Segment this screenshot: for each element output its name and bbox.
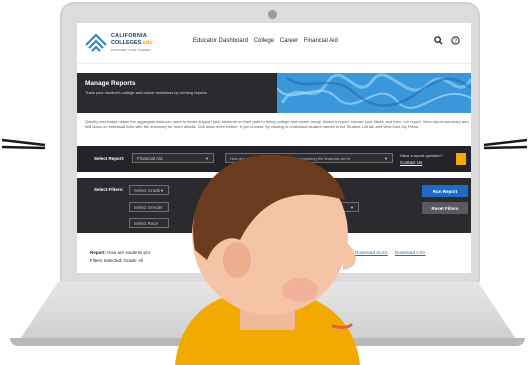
intro-text: Quickly and easily obtain the aggregate …	[85, 119, 469, 130]
illustration-stage: CALIFORNIA COLLEGES.edu DISCOVER YOUR JO…	[0, 0, 529, 365]
report-summary-line: Report: How are students pro	[90, 250, 150, 255]
report-help-text: Have a report question?	[400, 153, 443, 158]
select-filters-label: Select Filters:	[94, 187, 124, 192]
hero-pattern-art	[277, 73, 471, 113]
nav-financial-aid[interactable]: Financial Aid	[304, 38, 338, 44]
contact-us-link[interactable]: Contact Us	[400, 160, 422, 165]
page-subtitle: Track your student's college and career …	[85, 90, 208, 95]
filters-selected-line: Filters Selected: Grade: All	[90, 258, 144, 263]
feedback-tab[interactable]	[456, 153, 466, 165]
person-illustration	[175, 155, 360, 365]
logo-suffix: .edu	[141, 40, 153, 46]
laptop-camera	[268, 10, 277, 19]
logo-line2: COLLEGES.edu	[111, 40, 153, 46]
search-icon[interactable]	[434, 36, 443, 45]
nav-career[interactable]: Career	[280, 38, 298, 44]
page-title: Manage Reports	[85, 80, 136, 87]
top-nav: CALIFORNIA COLLEGES.edu DISCOVER YOUR JO…	[77, 23, 471, 64]
logo-mark-icon	[85, 33, 107, 52]
nav-educator-dashboard[interactable]: Educator Dashboard	[193, 38, 248, 44]
hero-banner: Manage Reports Track your student's coll…	[77, 73, 471, 113]
nav-links: Educator Dashboard College Career Financ…	[193, 38, 342, 44]
report-prefix: Report:	[90, 250, 106, 255]
svg-text:?: ?	[454, 38, 457, 44]
logo-line1: CALIFORNIA	[111, 33, 147, 39]
report-summary-text: How are students pro	[107, 250, 151, 255]
help-icon[interactable]: ?	[451, 36, 460, 45]
hero-pattern	[277, 73, 471, 113]
nav-college[interactable]: College	[254, 38, 274, 44]
run-report-button[interactable]: Run Report	[422, 185, 468, 197]
select-report-label: Select Report:	[94, 156, 125, 161]
reset-filters-button[interactable]: Reset Filters	[422, 202, 468, 214]
logo-tagline: DISCOVER YOUR JOURNEY	[111, 48, 152, 52]
site-logo[interactable]: CALIFORNIA COLLEGES.edu DISCOVER YOUR JO…	[85, 31, 175, 57]
download-csv-link[interactable]: Download CSV	[395, 250, 426, 255]
logo-line2-text: COLLEGES	[111, 40, 142, 46]
